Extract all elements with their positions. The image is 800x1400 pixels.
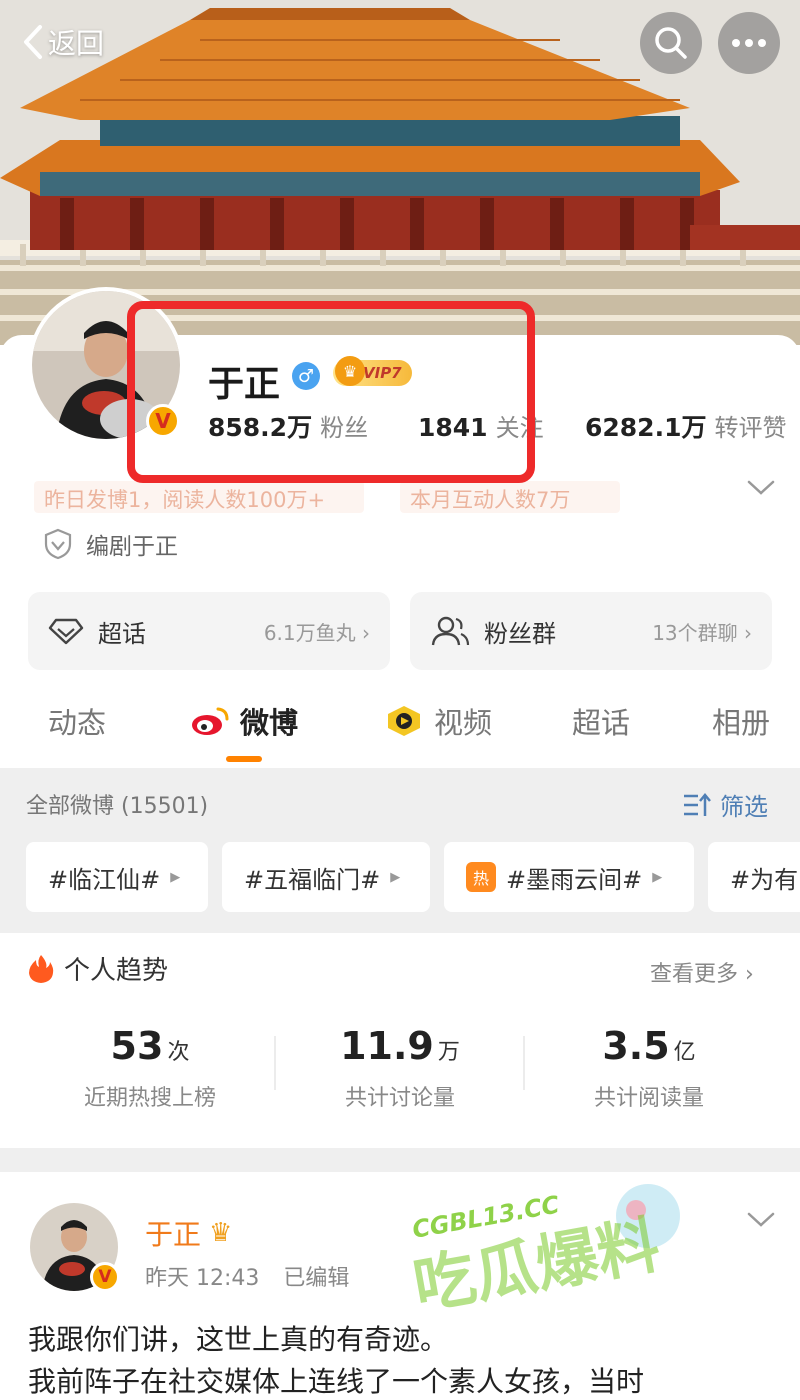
view-more-link[interactable]: 查看更多 › (650, 956, 754, 988)
topic-label: #临江仙# (48, 865, 161, 894)
metric-value: 3.5 (602, 1024, 670, 1068)
post-text-line: 我前阵子在社交媒体上连线了一个素人女孩，当时 (28, 1365, 645, 1398)
post-meta: 昨天 12:43 已编辑 (145, 1260, 349, 1292)
caret-right-icon: ▶ (390, 869, 401, 885)
crown-icon: ♛ (209, 1218, 233, 1248)
topic-label: #五福临门# (244, 865, 381, 894)
more-button[interactable] (718, 12, 780, 74)
all-posts-header: 全部微博 (15501) (26, 794, 209, 819)
supertopic-card[interactable]: 超话 6.1万鱼丸 › (28, 592, 390, 670)
topic-label: #墨雨云间# (506, 865, 643, 894)
tab-video[interactable]: 视频 (384, 700, 492, 742)
monthly-interaction-info: 本月互动人数7万 (400, 481, 620, 513)
back-button[interactable]: 返回 (22, 22, 104, 62)
post-author[interactable]: 于正 ♛ (145, 1213, 232, 1253)
chevron-left-icon (24, 25, 42, 59)
tab-weibo[interactable]: 微博 (190, 700, 298, 742)
fire-icon (29, 954, 54, 983)
weibo-logo-icon (192, 707, 229, 735)
shield-icon (44, 528, 72, 560)
topic-chip-wufulinmen[interactable]: #五福临门# ▶ (222, 842, 430, 912)
fan-group-card[interactable]: 粉丝群 13个群聊 › (410, 592, 772, 670)
search-button[interactable] (640, 12, 702, 74)
tab-dynamics[interactable]: 动态 (48, 700, 106, 742)
caret-right-icon: ▶ (652, 869, 663, 885)
topic-chip-moyuyunjian[interactable]: 热 #墨雨云间# ▶ (444, 842, 694, 912)
metric-label: 近期热搜上榜 (83, 1086, 216, 1111)
metric-hot-search: 53 次 近期热搜上榜 (25, 1024, 275, 1112)
post-edited: 已编辑 (283, 1266, 350, 1291)
verification-info: 编剧于正 (44, 527, 178, 561)
interactions-count: 6282.1万 (585, 413, 707, 442)
video-icon (388, 706, 420, 736)
metric-reads: 3.5 亿 共计阅读量 (524, 1024, 774, 1112)
topic-chip-weiyou[interactable]: #为有 (708, 842, 800, 912)
caret-right-icon: ▶ (170, 869, 181, 885)
tab-album[interactable]: 相册 (712, 700, 770, 742)
chevron-down-icon[interactable] (746, 1210, 776, 1230)
tab-dynamics-label: 动态 (48, 706, 107, 740)
metric-value: 53 (110, 1024, 164, 1068)
tab-video-label: 视频 (434, 706, 493, 740)
metric-label: 共计讨论量 (344, 1086, 455, 1111)
search-icon (655, 27, 687, 59)
post-author-name: 于正 (145, 1218, 202, 1251)
topic-label: #为有 (730, 865, 799, 894)
supertopic-sub: 6.1万鱼丸 › (263, 620, 370, 645)
tab-weibo-label: 微博 (240, 706, 299, 740)
filter-icon (684, 792, 711, 816)
metric-value: 11.9 (340, 1024, 434, 1068)
hot-icon: 热 (466, 862, 496, 892)
verification-text: 编剧于正 (86, 534, 178, 560)
more-icon (732, 39, 766, 47)
post-text-line: 我跟你们讲，这世上真的有奇迹。 (28, 1323, 449, 1356)
filter-button[interactable]: 筛选 (682, 787, 768, 822)
group-icon (431, 616, 470, 646)
metric-label: 共计阅读量 (593, 1086, 704, 1111)
metric-unit: 万 (437, 1040, 460, 1065)
filter-label: 筛选 (720, 793, 768, 821)
red-highlight-box (127, 301, 535, 483)
interactions-stat[interactable]: 6282.1万 转评赞 (585, 408, 786, 444)
supertopic-title: 超话 (98, 619, 146, 648)
chevron-down-icon[interactable] (746, 478, 776, 498)
fan-group-sub: 13个群聊 › (652, 620, 752, 645)
personal-trend-title: 个人趋势 (28, 950, 168, 987)
yesterday-post-info: 昨日发博1，阅读人数100万+ (34, 481, 364, 513)
interactions-label: 转评赞 (714, 414, 787, 442)
diamond-icon (48, 618, 84, 645)
fan-group-title: 粉丝群 (484, 619, 556, 648)
verified-v-badge: V (90, 1262, 120, 1292)
tab-supertopic-label: 超话 (572, 706, 631, 740)
metric-discussion: 11.9 万 共计讨论量 (275, 1024, 525, 1112)
tab-supertopic[interactable]: 超话 (572, 700, 630, 742)
metric-unit: 次 (167, 1040, 190, 1065)
metric-unit: 亿 (673, 1040, 696, 1065)
tab-album-label: 相册 (712, 706, 771, 740)
trend-title-text: 个人趋势 (64, 956, 169, 986)
topic-chip-linjiangxian[interactable]: #临江仙# ▶ (26, 842, 208, 912)
active-tab-indicator (226, 756, 262, 762)
back-label: 返回 (48, 27, 105, 60)
post-time: 昨天 12:43 (145, 1266, 260, 1291)
